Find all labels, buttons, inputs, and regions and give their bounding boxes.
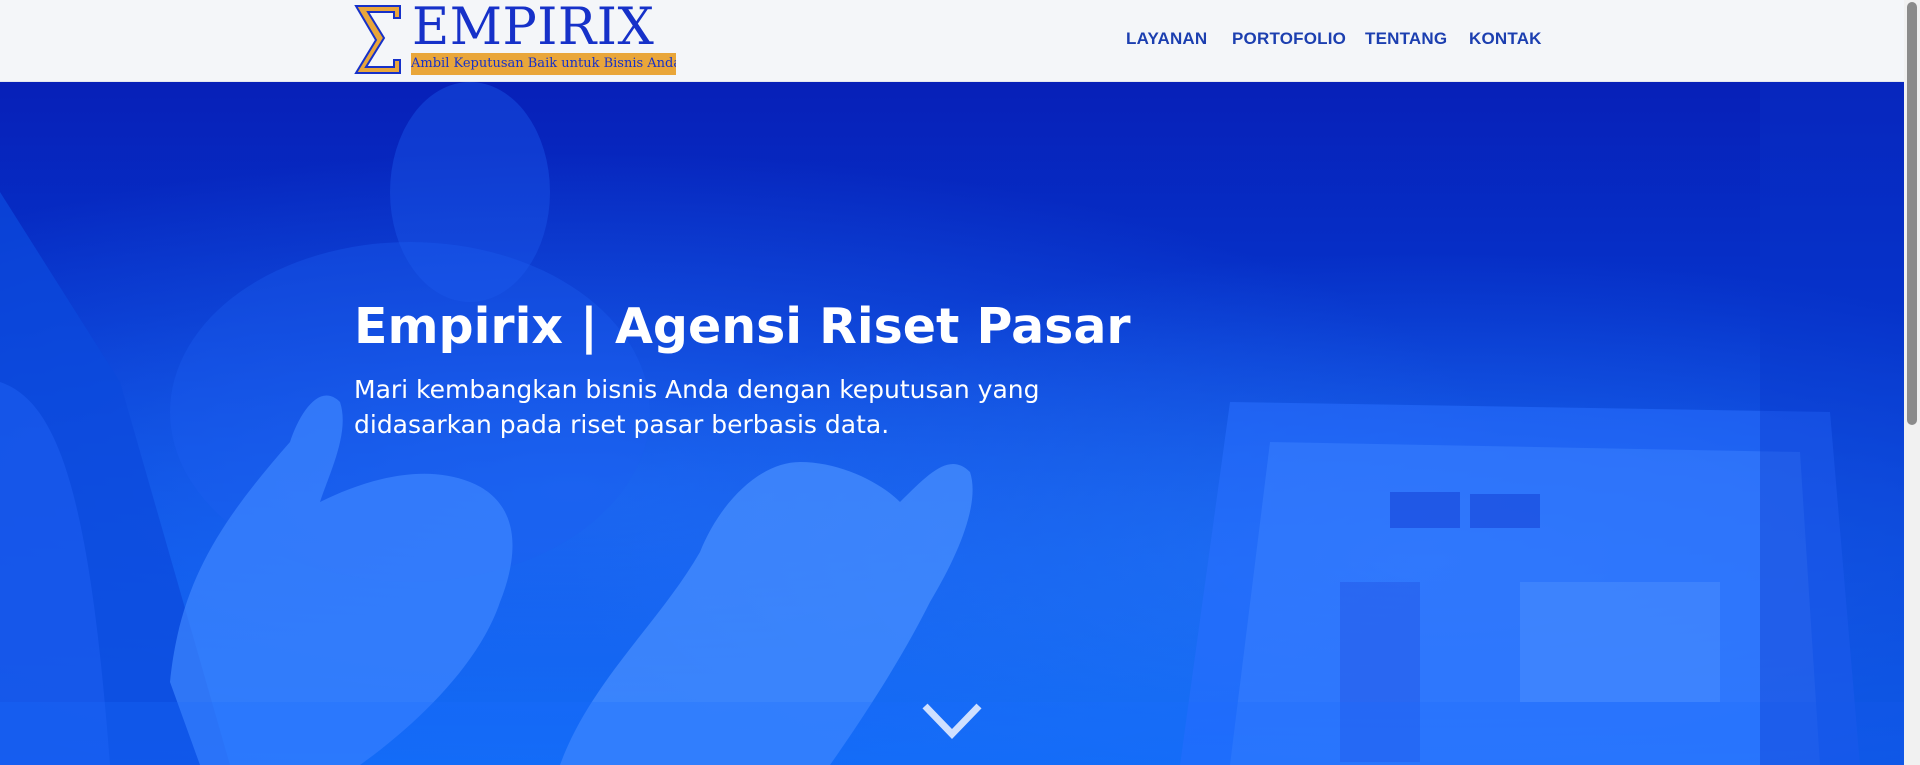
sigma-logo-icon [354,5,401,74]
hero-subtitle: Mari kembangkan bisnis Anda dengan keput… [354,375,1040,439]
hero-title: Empirix | Agensi Riset Pasar [354,298,1131,355]
site-header: EMPIRIX Ambil Keputusan Baik untuk Bisni… [0,0,1904,82]
logo-tagline: Ambil Keputusan Baik untuk Bisnis Anda! [411,53,676,75]
nav-link-kontak[interactable]: KONTAK [1469,27,1542,51]
nav-link-tentang[interactable]: TENTANG [1365,27,1447,51]
scrollbar-thumb[interactable] [1907,2,1917,425]
nav-link-portofolio[interactable]: PORTOFOLIO [1232,27,1346,51]
chevron-down-icon[interactable] [921,702,983,740]
hero-section: Empirix | Agensi Riset Pasar Mari kemban… [0,82,1904,765]
site-logo[interactable]: EMPIRIX Ambil Keputusan Baik untuk Bisni… [354,0,676,75]
logo-wordmark: EMPIRIX [412,0,655,57]
nav-link-layanan[interactable]: LAYANAN [1126,27,1207,51]
page: EMPIRIX Ambil Keputusan Baik untuk Bisni… [0,0,1920,765]
page-scrollbar[interactable] [1904,0,1920,765]
